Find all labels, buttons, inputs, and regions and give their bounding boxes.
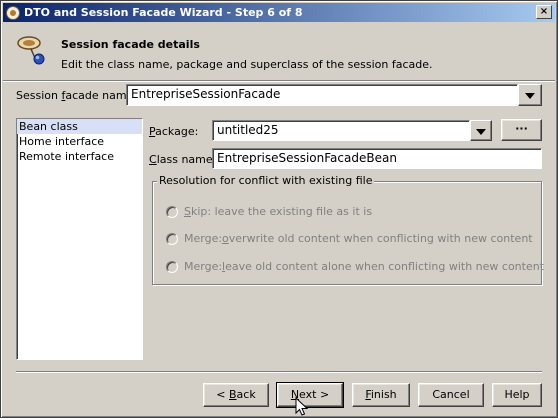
app-icon <box>6 5 20 20</box>
package-combo[interactable]: untitled25 <box>212 120 470 141</box>
class-type-list: Bean class Home interface Remote interfa… <box>16 118 143 360</box>
finish-button[interactable]: Finish <box>352 383 410 407</box>
conflict-resolution-legend: Resolution for conflict with existing fi… <box>157 174 375 187</box>
cancel-button[interactable]: Cancel <box>418 383 484 407</box>
radio-skip[interactable]: Skip: leave the existing file as it is <box>166 205 372 218</box>
class-name-label: Class name: <box>149 153 217 166</box>
header-divider <box>3 80 555 82</box>
package-label: Package: <box>149 125 199 138</box>
footer-divider <box>16 371 542 373</box>
list-item-bean-class[interactable]: Bean class <box>17 119 142 134</box>
title-bar[interactable]: DTO and Session Facade Wizard - Step 6 o… <box>3 3 555 22</box>
wizard-dialog: DTO and Session Facade Wizard - Step 6 o… <box>0 0 558 418</box>
close-button[interactable]: × <box>536 5 552 19</box>
next-button[interactable]: Next > <box>276 382 344 408</box>
mouse-pointer-icon <box>295 397 309 416</box>
radio-skip-indicator[interactable] <box>166 205 178 218</box>
browse-package-button[interactable]: ··· <box>501 119 542 141</box>
back-button[interactable]: < Back <box>203 383 269 407</box>
header-panel: Session facade details Edit the class na… <box>3 22 555 80</box>
facade-name-combo[interactable]: EntrepriseSessionFacade <box>126 84 518 106</box>
session-bean-icon <box>17 36 45 65</box>
help-button[interactable]: Help <box>492 383 542 407</box>
radio-merge-keep-indicator[interactable] <box>166 260 178 273</box>
facade-name-dropdown-button[interactable] <box>518 84 542 106</box>
header-title: Session facade details <box>61 38 200 51</box>
package-dropdown-button[interactable] <box>470 120 492 141</box>
radio-merge-overwrite[interactable]: Merge: o verwrite old content when confli… <box>166 232 533 245</box>
facade-name-label: Session facade name: <box>16 89 138 102</box>
radio-merge-overwrite-indicator[interactable] <box>166 232 178 245</box>
radio-merge-keep[interactable]: Merge: l eave old content alone when conf… <box>166 260 544 273</box>
list-item-remote-interface[interactable]: Remote interface <box>17 149 142 164</box>
class-name-field[interactable]: EntrepriseSessionFacadeBean <box>212 148 542 169</box>
header-description: Edit the class name, package and supercl… <box>61 58 433 71</box>
list-item-home-interface[interactable]: Home interface <box>17 134 142 149</box>
window-title: DTO and Session Facade Wizard - Step 6 o… <box>24 6 303 19</box>
